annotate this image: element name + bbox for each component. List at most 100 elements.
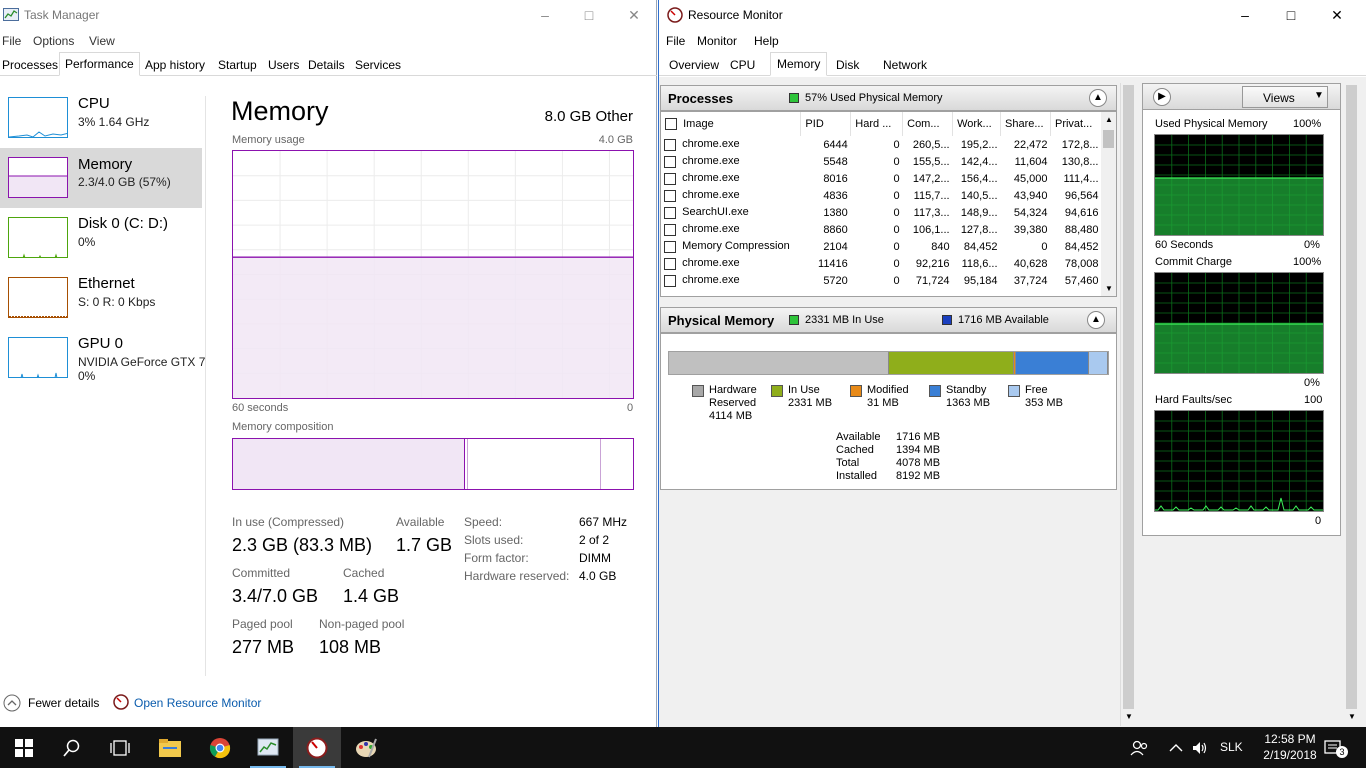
graph-pane-scrollbar[interactable]: ▼	[1344, 83, 1359, 726]
search-button[interactable]	[48, 727, 96, 768]
graph-area	[1155, 324, 1323, 373]
processes-panel-header[interactable]: Processes 57% Used Physical Memory ▲	[660, 85, 1117, 111]
column-working-set[interactable]: Work...	[952, 112, 1002, 136]
physical-memory-panel-header[interactable]: Physical Memory 2331 MB In Use 1716 MB A…	[660, 307, 1117, 333]
show-hidden-icons-chevron-up-icon[interactable]	[1169, 727, 1183, 768]
maximize-button[interactable]: □	[1268, 0, 1314, 31]
table-row[interactable]: chrome.exe 5720 0 71,724 95,184 37,724 57,460	[661, 272, 1102, 289]
process-checkbox[interactable]	[664, 223, 676, 236]
action-center-button[interactable]: 3	[1324, 727, 1348, 768]
input-language-indicator[interactable]: SLK	[1220, 727, 1243, 768]
maximize-button[interactable]: □	[566, 0, 612, 31]
tm-titlebar[interactable]: Task Manager – □ ✕	[0, 0, 657, 31]
menu-options[interactable]: Options	[33, 34, 74, 48]
scroll-down-icon[interactable]: ▼	[1105, 284, 1113, 293]
scroll-up-icon[interactable]: ▲	[1105, 115, 1113, 124]
process-checkbox[interactable]	[664, 189, 676, 202]
process-checkbox[interactable]	[664, 240, 676, 253]
volume-icon[interactable]	[1192, 727, 1208, 768]
sidebar-item-disk[interactable]: Disk 0 (C: D:) 0%	[0, 211, 202, 271]
process-checkbox[interactable]	[664, 257, 676, 270]
table-row[interactable]: chrome.exe 11416 0 92,216 118,6... 40,628 78,0…	[661, 255, 1102, 272]
expand-pane-icon[interactable]: ▶	[1153, 88, 1171, 106]
tab-disk[interactable]: Disk	[834, 54, 861, 76]
tab-network[interactable]: Network	[881, 54, 929, 76]
process-checkbox[interactable]	[664, 206, 676, 219]
paint-button[interactable]	[342, 727, 390, 768]
start-button[interactable]	[0, 727, 48, 768]
sidebar-item-memory[interactable]: Memory 2.3/4.0 GB (57%)	[0, 148, 202, 208]
left-pane-scrollbar[interactable]: ▼	[1120, 83, 1135, 726]
tab-processes[interactable]: Processes	[0, 54, 60, 76]
task-manager-taskbar-button[interactable]	[244, 727, 292, 768]
process-checkbox[interactable]	[664, 138, 676, 151]
column-shareable[interactable]: Share...	[1000, 112, 1051, 136]
scroll-down-icon[interactable]: ▼	[1125, 712, 1133, 721]
process-checkbox[interactable]	[664, 155, 676, 168]
tab-app-history[interactable]: App history	[143, 54, 207, 76]
summary-available-label: Available	[836, 431, 881, 443]
process-value-cell: 54,324	[1013, 206, 1048, 219]
collapse-physical-icon[interactable]: ▲	[1087, 311, 1105, 329]
processes-scrollbar[interactable]: ▲ ▼	[1101, 112, 1116, 296]
graph-scroll-thumb[interactable]	[1346, 85, 1357, 709]
tab-overview[interactable]: Overview	[667, 54, 721, 76]
tab-cpu[interactable]: CPU	[728, 54, 757, 76]
table-row[interactable]: chrome.exe 8860 0 106,1... 127,8... 39,380 88,…	[661, 221, 1102, 238]
process-checkbox[interactable]	[664, 172, 676, 185]
menu-view[interactable]: View	[89, 34, 115, 48]
left-pane-scroll-thumb[interactable]	[1123, 85, 1134, 709]
views-dropdown[interactable]: Views ▼	[1242, 86, 1328, 108]
graph-time-left: 60 seconds	[232, 402, 289, 414]
tab-users[interactable]: Users	[266, 54, 301, 76]
select-all-checkbox[interactable]	[665, 118, 677, 131]
scroll-down-icon[interactable]: ▼	[1348, 712, 1356, 721]
chrome-button[interactable]	[196, 727, 244, 768]
tab-memory[interactable]: Memory	[770, 52, 828, 76]
tab-services[interactable]: Services	[353, 54, 403, 76]
graph1-bottom-left: 60 Seconds	[1155, 239, 1214, 251]
table-row[interactable]: Memory Compression 2104 0 840 84,452 0 84,452	[661, 238, 1102, 255]
fewer-details-link[interactable]: Fewer details	[28, 696, 99, 710]
table-row[interactable]: chrome.exe 5548 0 155,5... 142,4... 11,604 130…	[661, 153, 1102, 170]
tab-details[interactable]: Details	[306, 54, 347, 76]
close-button[interactable]: ✕	[611, 0, 657, 31]
column-image[interactable]: Image	[661, 112, 802, 136]
column-private[interactable]: Privat...	[1050, 112, 1103, 136]
sidebar-item-ethernet[interactable]: Ethernet S: 0 R: 0 Kbps	[0, 271, 202, 331]
open-resource-monitor-link[interactable]: Open Resource Monitor	[134, 696, 261, 710]
menu-help[interactable]: Help	[754, 34, 779, 48]
menu-file[interactable]: File	[666, 34, 685, 48]
resource-monitor-taskbar-button[interactable]	[293, 727, 341, 768]
minimize-button[interactable]: –	[522, 0, 568, 31]
collapse-processes-icon[interactable]: ▲	[1089, 89, 1107, 107]
tab-performance[interactable]: Performance	[59, 52, 140, 76]
scroll-thumb[interactable]	[1103, 130, 1114, 148]
memory-bar-segment	[669, 352, 889, 374]
sidebar-label: GPU 0	[78, 335, 124, 352]
sidebar-sublabel: NVIDIA GeForce GTX 750	[78, 355, 206, 369]
tab-startup[interactable]: Startup	[216, 54, 259, 76]
people-icon[interactable]	[1130, 727, 1148, 768]
used-physical-memory-graph	[1154, 134, 1324, 236]
table-row[interactable]: chrome.exe 4836 0 115,7... 140,5... 43,940 96,…	[661, 187, 1102, 204]
column-hard-faults[interactable]: Hard ...	[850, 112, 904, 136]
memory-composition-bar	[232, 438, 634, 490]
menu-monitor[interactable]: Monitor	[697, 34, 737, 48]
file-explorer-button[interactable]	[146, 727, 194, 768]
table-row[interactable]: SearchUI.exe 1380 0 117,3... 148,9... 54,324 9…	[661, 204, 1102, 221]
minimize-button[interactable]: –	[1222, 0, 1268, 31]
menu-file[interactable]: File	[2, 34, 21, 48]
nonpaged-pool-label: Non-paged pool	[319, 617, 405, 631]
column-pid[interactable]: PID	[800, 112, 852, 136]
table-row[interactable]: chrome.exe 6444 0 260,5... 195,2... 22,472 172…	[661, 136, 1102, 153]
sidebar-item-gpu[interactable]: GPU 0 NVIDIA GeForce GTX 750 0%	[0, 331, 206, 391]
close-button[interactable]: ✕	[1314, 0, 1360, 31]
clock[interactable]: 12:58 PM 2/19/2018	[1256, 727, 1324, 768]
chevron-up-circle-icon[interactable]	[3, 694, 21, 712]
process-checkbox[interactable]	[664, 274, 676, 287]
sidebar-item-cpu[interactable]: CPU 3% 1.64 GHz	[0, 91, 202, 151]
column-commit[interactable]: Com...	[902, 112, 954, 136]
table-row[interactable]: chrome.exe 8016 0 147,2... 156,4... 45,000 111…	[661, 170, 1102, 187]
task-view-button[interactable]	[96, 727, 144, 768]
